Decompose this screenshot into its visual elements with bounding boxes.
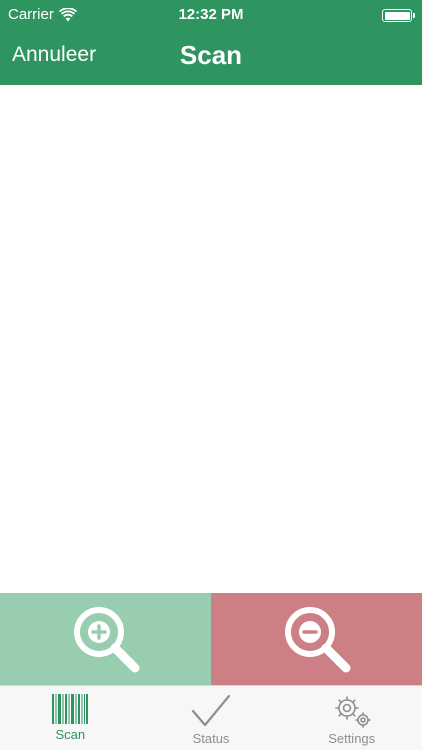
battery-tip: [413, 13, 415, 18]
zoom-in-button[interactable]: [0, 593, 211, 685]
page-title: Scan: [179, 40, 243, 70]
zoom-controls: [0, 593, 422, 685]
nav-bar: Annuleer Scan: [0, 30, 422, 85]
tab-scan[interactable]: Scan: [0, 686, 141, 750]
battery-icon: [382, 9, 415, 22]
zoom-out-icon: [284, 607, 350, 673]
zoom-in-icon: [73, 607, 139, 673]
battery-fill: [384, 11, 410, 20]
status-time: 12:32 PM: [178, 6, 244, 23]
gears-icon: [334, 696, 371, 728]
checkmark-icon: [191, 694, 231, 727]
header: Carrier 12:32 PM Annuleer Scan: [0, 0, 422, 85]
status-bar: Carrier 12:32 PM: [0, 0, 422, 30]
zoom-out-button[interactable]: [211, 593, 422, 685]
tab-status[interactable]: Status: [141, 686, 282, 750]
scan-screen: Carrier 12:32 PM Annuleer Scan Scan Stat…: [0, 0, 422, 750]
tab-bar: Scan Status Settings: [0, 685, 422, 750]
tab-label-settings: Settings: [328, 731, 376, 746]
tab-label-status: Status: [192, 731, 230, 746]
tab-label-scan: Scan: [55, 727, 86, 742]
tab-settings[interactable]: Settings: [281, 686, 422, 750]
scanner-viewport[interactable]: [0, 85, 422, 593]
barcode-icon: [52, 694, 89, 724]
